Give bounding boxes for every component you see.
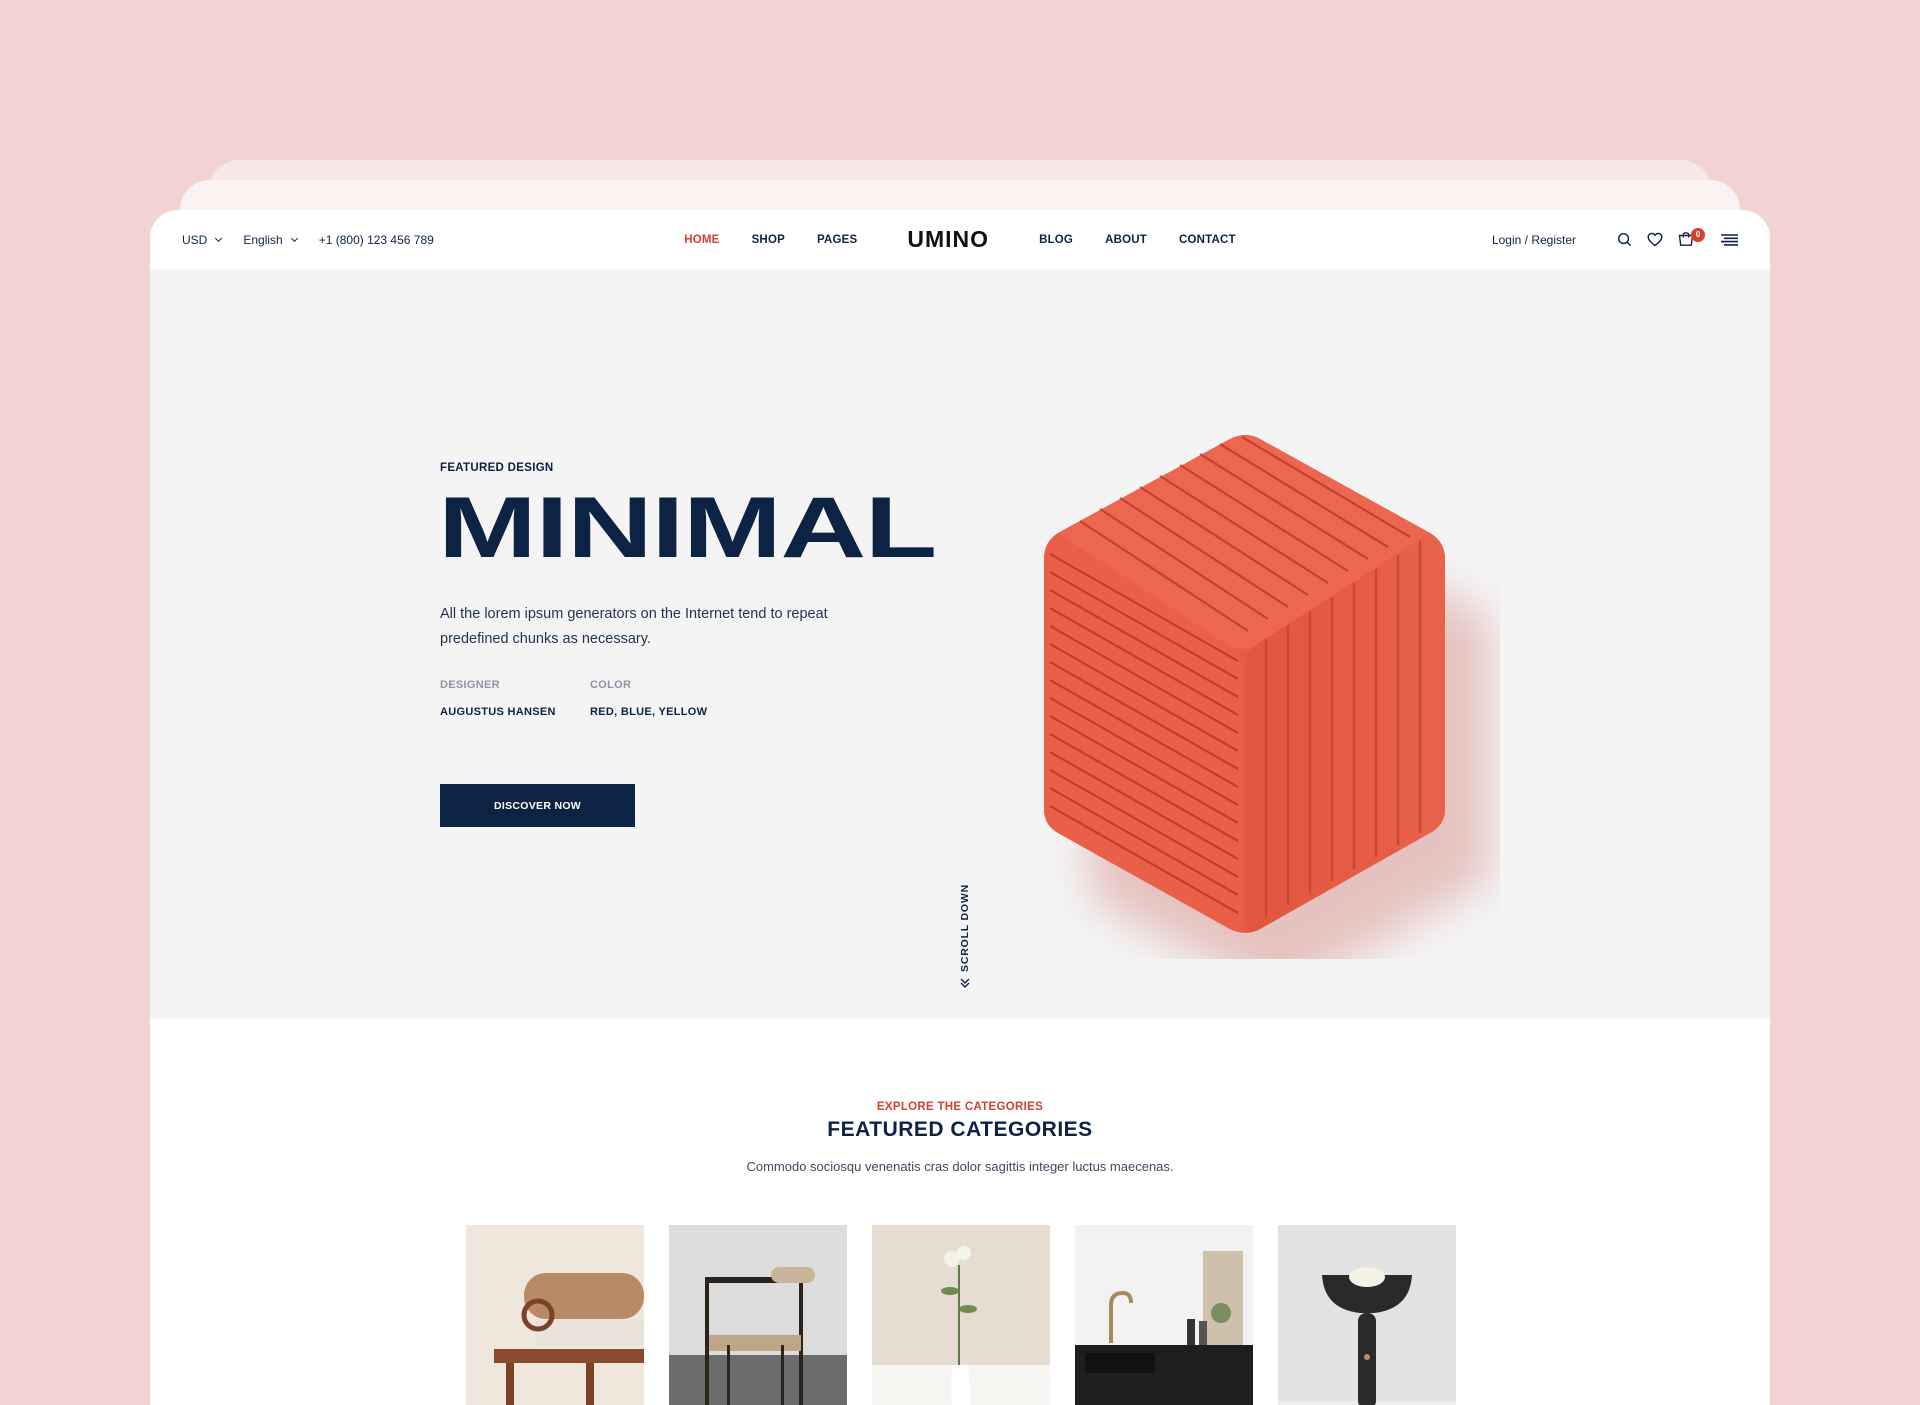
color-meta: COLOR RED, BLUE, YELLOW	[590, 679, 707, 718]
category-card-lighting[interactable]	[1278, 1225, 1456, 1405]
category-cards	[466, 1225, 1456, 1405]
login-register-link[interactable]: Login / Register	[1492, 233, 1576, 247]
site-logo[interactable]: UMINO	[907, 226, 989, 253]
categories-subtitle: Commodo sociosqu venenatis cras dolor sa…	[746, 1159, 1174, 1174]
scroll-down-indicator[interactable]: SCROLL DOWN	[959, 884, 971, 989]
color-value: RED, BLUE, YELLOW	[590, 706, 708, 718]
kitchen-image	[1075, 1225, 1253, 1405]
hero-section: FEATURED DESIGN MINIMAL All the lorem ip…	[150, 269, 1770, 1019]
site-header: USD English +1 (800) 123 456 789 HOME SH…	[150, 210, 1770, 269]
header-right: Login / Register 0	[1492, 210, 1738, 269]
hero-kicker: FEATURED DESIGN	[440, 462, 554, 474]
hexagon-product-image	[1044, 435, 1490, 959]
hero-description: All the lorem ipsum generators on the In…	[440, 606, 828, 647]
double-chevron-down-icon	[960, 978, 970, 989]
designer-value: AUGUSTUS HANSEN	[440, 706, 556, 718]
featured-categories-section: EXPLORE THE CATEGORIES FEATURED CATEGORI…	[150, 1019, 1770, 1405]
heart-icon[interactable]	[1646, 231, 1664, 249]
hero-title: MINIMAL	[438, 480, 937, 576]
categories-title: FEATURED CATEGORIES	[827, 1118, 1093, 1141]
bench-image	[466, 1225, 644, 1405]
nav-contact[interactable]: CONTACT	[1179, 234, 1236, 246]
category-card-decor[interactable]	[872, 1225, 1050, 1405]
scroll-down-label: SCROLL DOWN	[959, 884, 971, 972]
designer-label: DESIGNER	[440, 679, 500, 691]
nav-about[interactable]: ABOUT	[1105, 234, 1147, 246]
discover-now-button[interactable]: DISCOVER NOW	[440, 784, 635, 827]
menu-icon[interactable]	[1720, 231, 1738, 249]
nav-pages[interactable]: PAGES	[817, 234, 857, 246]
designer-meta: DESIGNER AUGUSTUS HANSEN	[440, 679, 556, 718]
nav-shop[interactable]: SHOP	[752, 234, 785, 246]
search-icon[interactable]	[1615, 231, 1633, 249]
logo-text: UMINO	[907, 226, 990, 252]
category-card-chair[interactable]	[669, 1225, 847, 1405]
lamp-image	[1278, 1225, 1456, 1405]
browser-window: USD English +1 (800) 123 456 789 HOME SH…	[150, 210, 1770, 1405]
color-label: COLOR	[590, 679, 632, 691]
nav-blog[interactable]: BLOG	[1039, 234, 1073, 246]
chair-image	[669, 1225, 847, 1405]
category-card-kitchen[interactable]	[1075, 1225, 1253, 1405]
cart-count-badge: 0	[1691, 227, 1705, 242]
cart-icon[interactable]: 0	[1677, 227, 1705, 249]
nav-home[interactable]: HOME	[684, 234, 719, 246]
category-card-bench[interactable]	[466, 1225, 644, 1405]
categories-kicker: EXPLORE THE CATEGORIES	[876, 1101, 1044, 1113]
vase-image	[872, 1225, 1050, 1405]
